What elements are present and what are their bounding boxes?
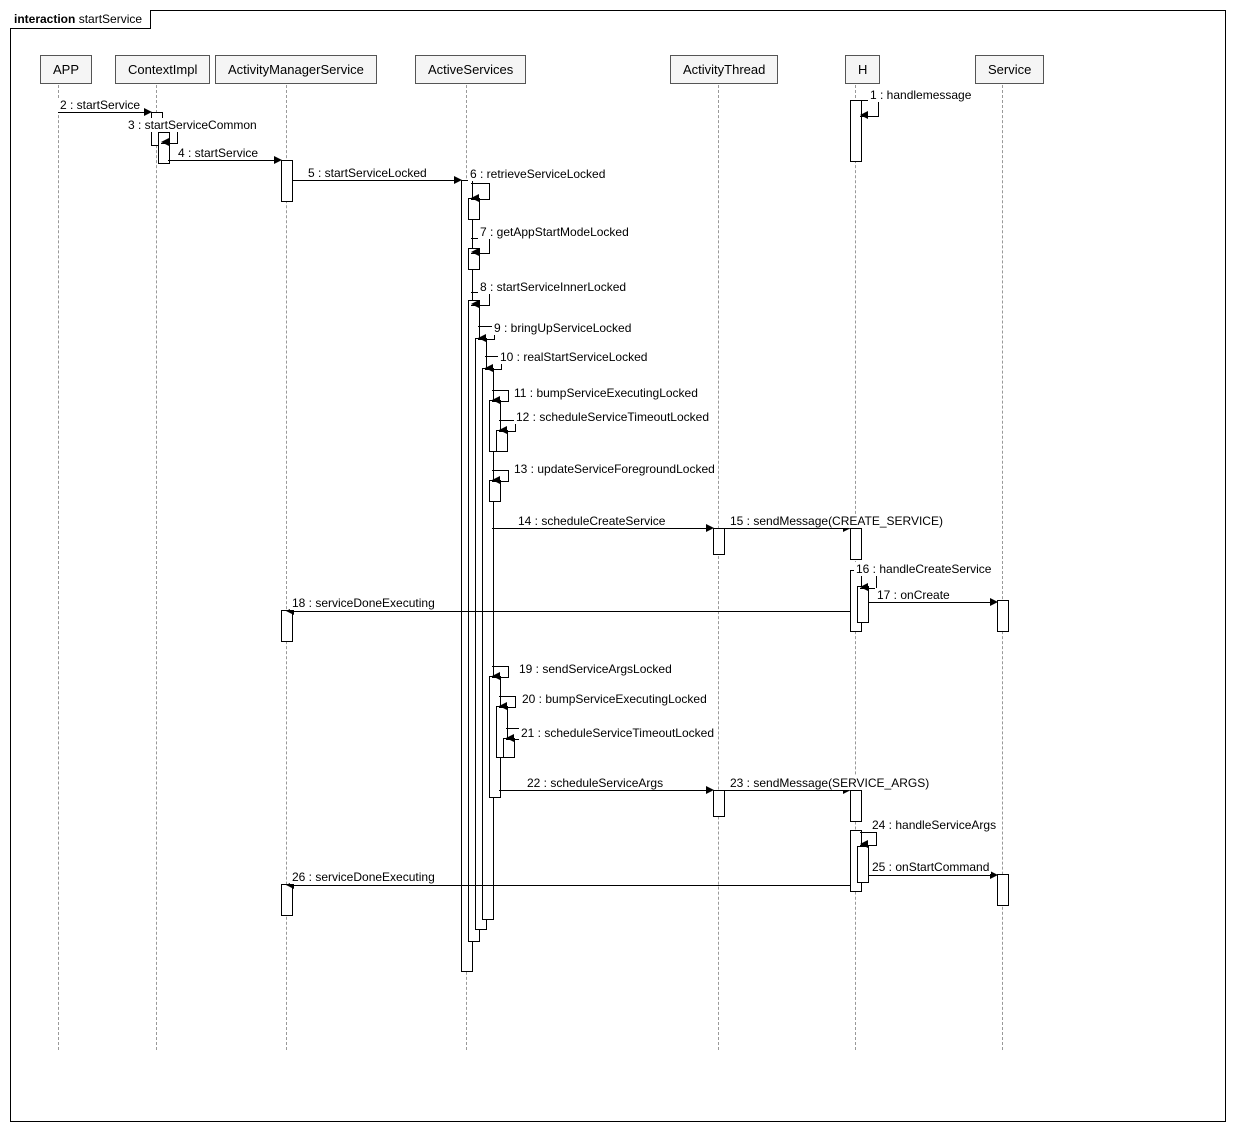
participant-label: ContextImpl xyxy=(128,62,197,77)
msg-22: 22 : scheduleServiceArgs xyxy=(525,776,665,790)
frame-prefix: interaction xyxy=(14,12,75,26)
participant-ams: ActivityManagerService xyxy=(215,55,377,84)
arrow-23 xyxy=(724,790,848,791)
arrow-25 xyxy=(868,875,996,876)
msg-15: 15 : sendMessage(CREATE_SERVICE) xyxy=(728,514,945,528)
frame-label: interaction startService xyxy=(10,10,151,29)
activation-activitythread-22 xyxy=(713,790,725,817)
participant-h: H xyxy=(845,55,880,84)
participant-service: Service xyxy=(975,55,1044,84)
arrow-head-icon xyxy=(471,300,479,308)
msg-2: 2 : startService xyxy=(58,98,142,112)
msg-17: 17 : onCreate xyxy=(875,588,952,602)
msg-6: 6 : retrieveServiceLocked xyxy=(468,167,607,181)
arrow-head-icon xyxy=(860,583,868,591)
msg-13: 13 : updateServiceForegroundLocked xyxy=(512,462,717,476)
msg-18: 18 : serviceDoneExecuting xyxy=(290,596,437,610)
arrow-head-icon xyxy=(478,334,486,342)
arrow-head-icon xyxy=(471,248,479,256)
msg-5: 5 : startServiceLocked xyxy=(306,166,429,180)
msg-1: 1 : handlemessage xyxy=(868,88,973,102)
msg-20: 20 : bumpServiceExecutingLocked xyxy=(520,692,709,706)
arrow-head-icon xyxy=(506,734,514,742)
participant-label: H xyxy=(858,62,867,77)
arrow-18 xyxy=(292,611,850,612)
activation-ams-1 xyxy=(281,160,293,202)
activation-h-24b xyxy=(857,846,869,883)
arrow-15 xyxy=(724,528,848,529)
arrow-head-icon xyxy=(274,156,282,164)
arrow-head-icon xyxy=(492,396,500,404)
lifeline-contextimpl xyxy=(156,85,157,1050)
activation-h-16b xyxy=(857,586,869,623)
msg-7: 7 : getAppStartModeLocked xyxy=(478,225,631,239)
arrow-17 xyxy=(868,602,996,603)
participant-label: ActivityManagerService xyxy=(228,62,364,77)
msg-11: 11 : bumpServiceExecutingLocked xyxy=(512,386,700,400)
lifeline-activitythread xyxy=(718,85,719,1050)
frame-name: startService xyxy=(79,12,142,26)
frame-border xyxy=(10,10,1226,1122)
arrow-head-icon xyxy=(161,138,169,146)
arrow-head-icon xyxy=(485,364,493,372)
arrow-head-icon xyxy=(706,524,714,532)
activation-h-23 xyxy=(850,790,862,822)
activation-activitythread-14 xyxy=(713,528,725,555)
msg-16: 16 : handleCreateService xyxy=(854,562,993,576)
arrow-14 xyxy=(492,528,710,529)
msg-23: 23 : sendMessage(SERVICE_ARGS) xyxy=(728,776,931,790)
participant-label: ActiveServices xyxy=(428,62,513,77)
arrow-head-icon xyxy=(492,672,500,680)
arrow-22 xyxy=(499,790,711,791)
arrow-26 xyxy=(292,885,850,886)
arrow-head-icon xyxy=(706,786,714,794)
arrow-head-icon xyxy=(990,598,998,606)
arrow-head-icon xyxy=(144,108,152,116)
arrow-5 xyxy=(292,180,460,181)
msg-4: 4 : startService xyxy=(176,146,260,160)
msg-19: 19 : sendServiceArgsLocked xyxy=(517,662,674,676)
arrow-head-icon xyxy=(492,476,500,484)
arrow-head-icon xyxy=(860,840,868,848)
msg-25: 25 : onStartCommand xyxy=(870,860,991,874)
arrow-head-icon xyxy=(454,176,462,184)
arrow-4 xyxy=(168,160,280,161)
participant-contextimpl: ContextImpl xyxy=(115,55,210,84)
participant-activitythread: ActivityThread xyxy=(670,55,778,84)
participant-activeservices: ActiveServices xyxy=(415,55,526,84)
arrow-head-icon xyxy=(471,194,479,202)
activation-h-15 xyxy=(850,528,862,560)
msg-12: 12 : scheduleServiceTimeoutLocked xyxy=(514,410,711,424)
msg-14: 14 : scheduleCreateService xyxy=(516,514,667,528)
msg-24: 24 : handleServiceArgs xyxy=(870,818,998,832)
msg-10: 10 : realStartServiceLocked xyxy=(498,350,649,364)
arrow-head-icon xyxy=(860,111,868,119)
participant-label: ActivityThread xyxy=(683,62,765,77)
msg-26: 26 : serviceDoneExecuting xyxy=(290,870,437,884)
msg-3: 3 : startServiceCommon xyxy=(126,118,259,132)
participant-label: APP xyxy=(53,62,79,77)
arrow-head-icon xyxy=(499,702,507,710)
msg-21: 21 : scheduleServiceTimeoutLocked xyxy=(519,726,716,740)
msg-8: 8 : startServiceInnerLocked xyxy=(478,280,628,294)
msg-9: 9 : bringUpServiceLocked xyxy=(492,321,633,335)
activation-service-25 xyxy=(997,874,1009,906)
arrow-2 xyxy=(58,112,148,113)
arrow-head-icon xyxy=(499,426,507,434)
participant-label: Service xyxy=(988,62,1031,77)
lifeline-app xyxy=(58,85,59,1050)
sequence-diagram: interaction startService APP ContextImpl… xyxy=(0,0,1234,1130)
participant-app: APP xyxy=(40,55,92,84)
activation-service-17 xyxy=(997,600,1009,632)
